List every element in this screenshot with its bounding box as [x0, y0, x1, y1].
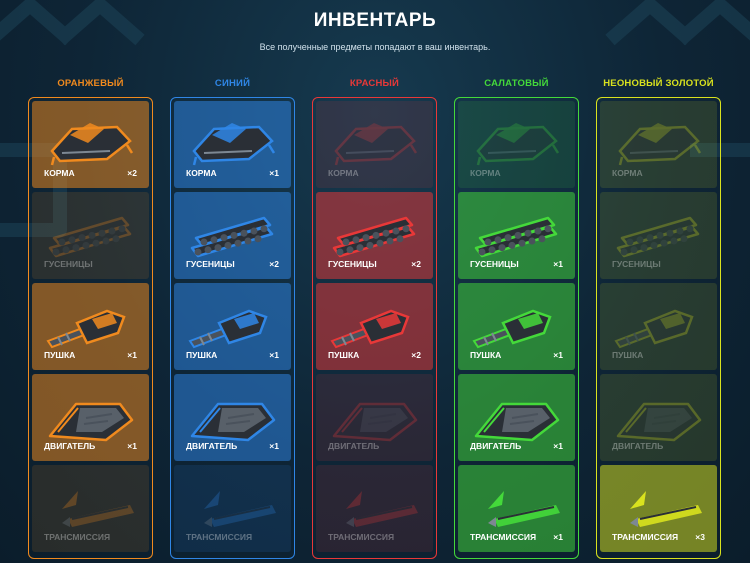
item-name: ГУСЕНИЦЫ	[186, 259, 235, 269]
item-card[interactable]: ГУСЕНИЦЫ	[600, 192, 717, 279]
item-count: ×2	[269, 259, 279, 269]
inventory-column: СИНИЙ КОРМА ×1 ГУСЕНИЦЫ ×2 ПУШКА ×1 ДВИГАТЕ…	[170, 78, 295, 559]
item-card[interactable]: КОРМА	[458, 101, 575, 188]
item-card[interactable]: ГУСЕНИЦЫ ×2	[174, 192, 291, 279]
item-count: ×2	[127, 168, 137, 178]
item-name: ПУШКА	[470, 350, 502, 360]
item-card[interactable]: ГУСЕНИЦЫ	[32, 192, 149, 279]
column-frame: КОРМА ГУСЕНИЦЫ ×2 ПУШКА ×2 ДВИГАТЕЛЬ ТРАНС…	[312, 97, 437, 559]
item-card[interactable]: ПУШКА	[600, 283, 717, 370]
column-label: КРАСНЫЙ	[349, 78, 400, 89]
item-count: ×1	[553, 350, 563, 360]
item-card[interactable]: ПУШКА ×1	[32, 283, 149, 370]
item-name: ДВИГАТЕЛЬ	[186, 441, 238, 451]
column-frame: КОРМА ×1 ГУСЕНИЦЫ ×2 ПУШКА ×1 ДВИГАТЕЛЬ ×1 Т…	[170, 97, 295, 559]
item-name: КОРМА	[328, 168, 359, 178]
item-card[interactable]: ТРАНСМИССИЯ	[32, 465, 149, 552]
item-name: ДВИГАТЕЛЬ	[44, 441, 96, 451]
item-name: ДВИГАТЕЛЬ	[612, 441, 664, 451]
item-card[interactable]: ДВИГАТЕЛЬ ×1	[174, 374, 291, 461]
item-name: ТРАНСМИССИЯ	[470, 532, 537, 542]
item-card[interactable]: ПУШКА ×1	[174, 283, 291, 370]
item-card[interactable]: ДВИГАТЕЛЬ	[316, 374, 433, 461]
item-name: КОРМА	[186, 168, 217, 178]
item-count: ×2	[411, 350, 421, 360]
inventory-column: ОРАНЖЕВЫЙ КОРМА ×2 ГУСЕНИЦЫ ПУШКА ×1 ДВИГА…	[28, 78, 153, 559]
inventory-column: КРАСНЫЙ КОРМА ГУСЕНИЦЫ ×2 ПУШКА ×2 ДВИГАТЕ…	[312, 78, 437, 559]
item-name: ДВИГАТЕЛЬ	[328, 441, 380, 451]
column-label: САЛАТОВЫЙ	[484, 78, 549, 89]
item-card[interactable]: ГУСЕНИЦЫ ×2	[316, 192, 433, 279]
item-name: КОРМА	[44, 168, 75, 178]
item-name: ПУШКА	[186, 350, 218, 360]
item-card[interactable]: КОРМА ×2	[32, 101, 149, 188]
item-card[interactable]: ТРАНСМИССИЯ	[174, 465, 291, 552]
item-name: ДВИГАТЕЛЬ	[470, 441, 522, 451]
item-count: ×1	[127, 350, 137, 360]
item-card[interactable]: ТРАНСМИССИЯ ×3	[600, 465, 717, 552]
item-card[interactable]: ДВИГАТЕЛЬ ×1	[458, 374, 575, 461]
column-label: НЕОНОВЫЙ ЗОЛОТОЙ	[603, 78, 714, 89]
item-name: ГУСЕНИЦЫ	[470, 259, 519, 269]
item-card[interactable]: ПУШКА ×2	[316, 283, 433, 370]
page-subtitle: Все полученные предметы попадают в ваш и…	[259, 42, 491, 52]
column-frame: КОРМА ГУСЕНИЦЫ ПУШКА ДВИГАТЕЛЬ ТРАНСМИСС…	[596, 97, 721, 559]
item-name: КОРМА	[470, 168, 501, 178]
page-title: ИНВЕНТАРЬ	[313, 10, 437, 31]
item-name: ПУШКА	[44, 350, 76, 360]
item-count: ×1	[269, 168, 279, 178]
inventory-column: НЕОНОВЫЙ ЗОЛОТОЙ КОРМА ГУСЕНИЦЫ ПУШКА ДВ…	[596, 78, 721, 559]
item-name: ТРАНСМИССИЯ	[186, 532, 253, 542]
item-name: КОРМА	[612, 168, 643, 178]
item-card[interactable]: КОРМА	[316, 101, 433, 188]
column-frame: КОРМА ГУСЕНИЦЫ ×1 ПУШКА ×1 ДВИГАТЕЛЬ ×1 ТРА…	[454, 97, 579, 559]
item-name: ГУСЕНИЦЫ	[44, 259, 93, 269]
item-count: ×1	[269, 441, 279, 451]
item-card[interactable]: ДВИГАТЕЛЬ ×1	[32, 374, 149, 461]
column-label: СИНИЙ	[214, 78, 251, 89]
item-count: ×1	[269, 350, 279, 360]
item-name: ТРАНСМИССИЯ	[44, 532, 111, 542]
item-count: ×1	[127, 441, 137, 451]
item-name: ТРАНСМИССИЯ	[612, 532, 679, 542]
column-label: ОРАНЖЕВЫЙ	[57, 78, 124, 89]
item-name: ГУСЕНИЦЫ	[612, 259, 661, 269]
item-name: ПУШКА	[328, 350, 360, 360]
item-card[interactable]: КОРМА ×1	[174, 101, 291, 188]
item-name: ТРАНСМИССИЯ	[328, 532, 395, 542]
item-card[interactable]: ГУСЕНИЦЫ ×1	[458, 192, 575, 279]
item-card[interactable]: КОРМА	[600, 101, 717, 188]
item-count: ×1	[553, 441, 563, 451]
item-card[interactable]: ДВИГАТЕЛЬ	[600, 374, 717, 461]
inventory-column: САЛАТОВЫЙ КОРМА ГУСЕНИЦЫ ×1 ПУШКА ×1 ДВИГА…	[454, 78, 579, 559]
item-count: ×3	[695, 532, 705, 542]
item-name: ГУСЕНИЦЫ	[328, 259, 377, 269]
item-card[interactable]: ТРАНСМИССИЯ ×1	[458, 465, 575, 552]
item-count: ×1	[553, 259, 563, 269]
item-count: ×2	[411, 259, 421, 269]
item-name: ПУШКА	[612, 350, 644, 360]
item-card[interactable]: ПУШКА ×1	[458, 283, 575, 370]
column-frame: КОРМА ×2 ГУСЕНИЦЫ ПУШКА ×1 ДВИГАТЕЛЬ ×1 ТРА…	[28, 97, 153, 559]
item-count: ×1	[553, 532, 563, 542]
item-card[interactable]: ТРАНСМИССИЯ	[316, 465, 433, 552]
